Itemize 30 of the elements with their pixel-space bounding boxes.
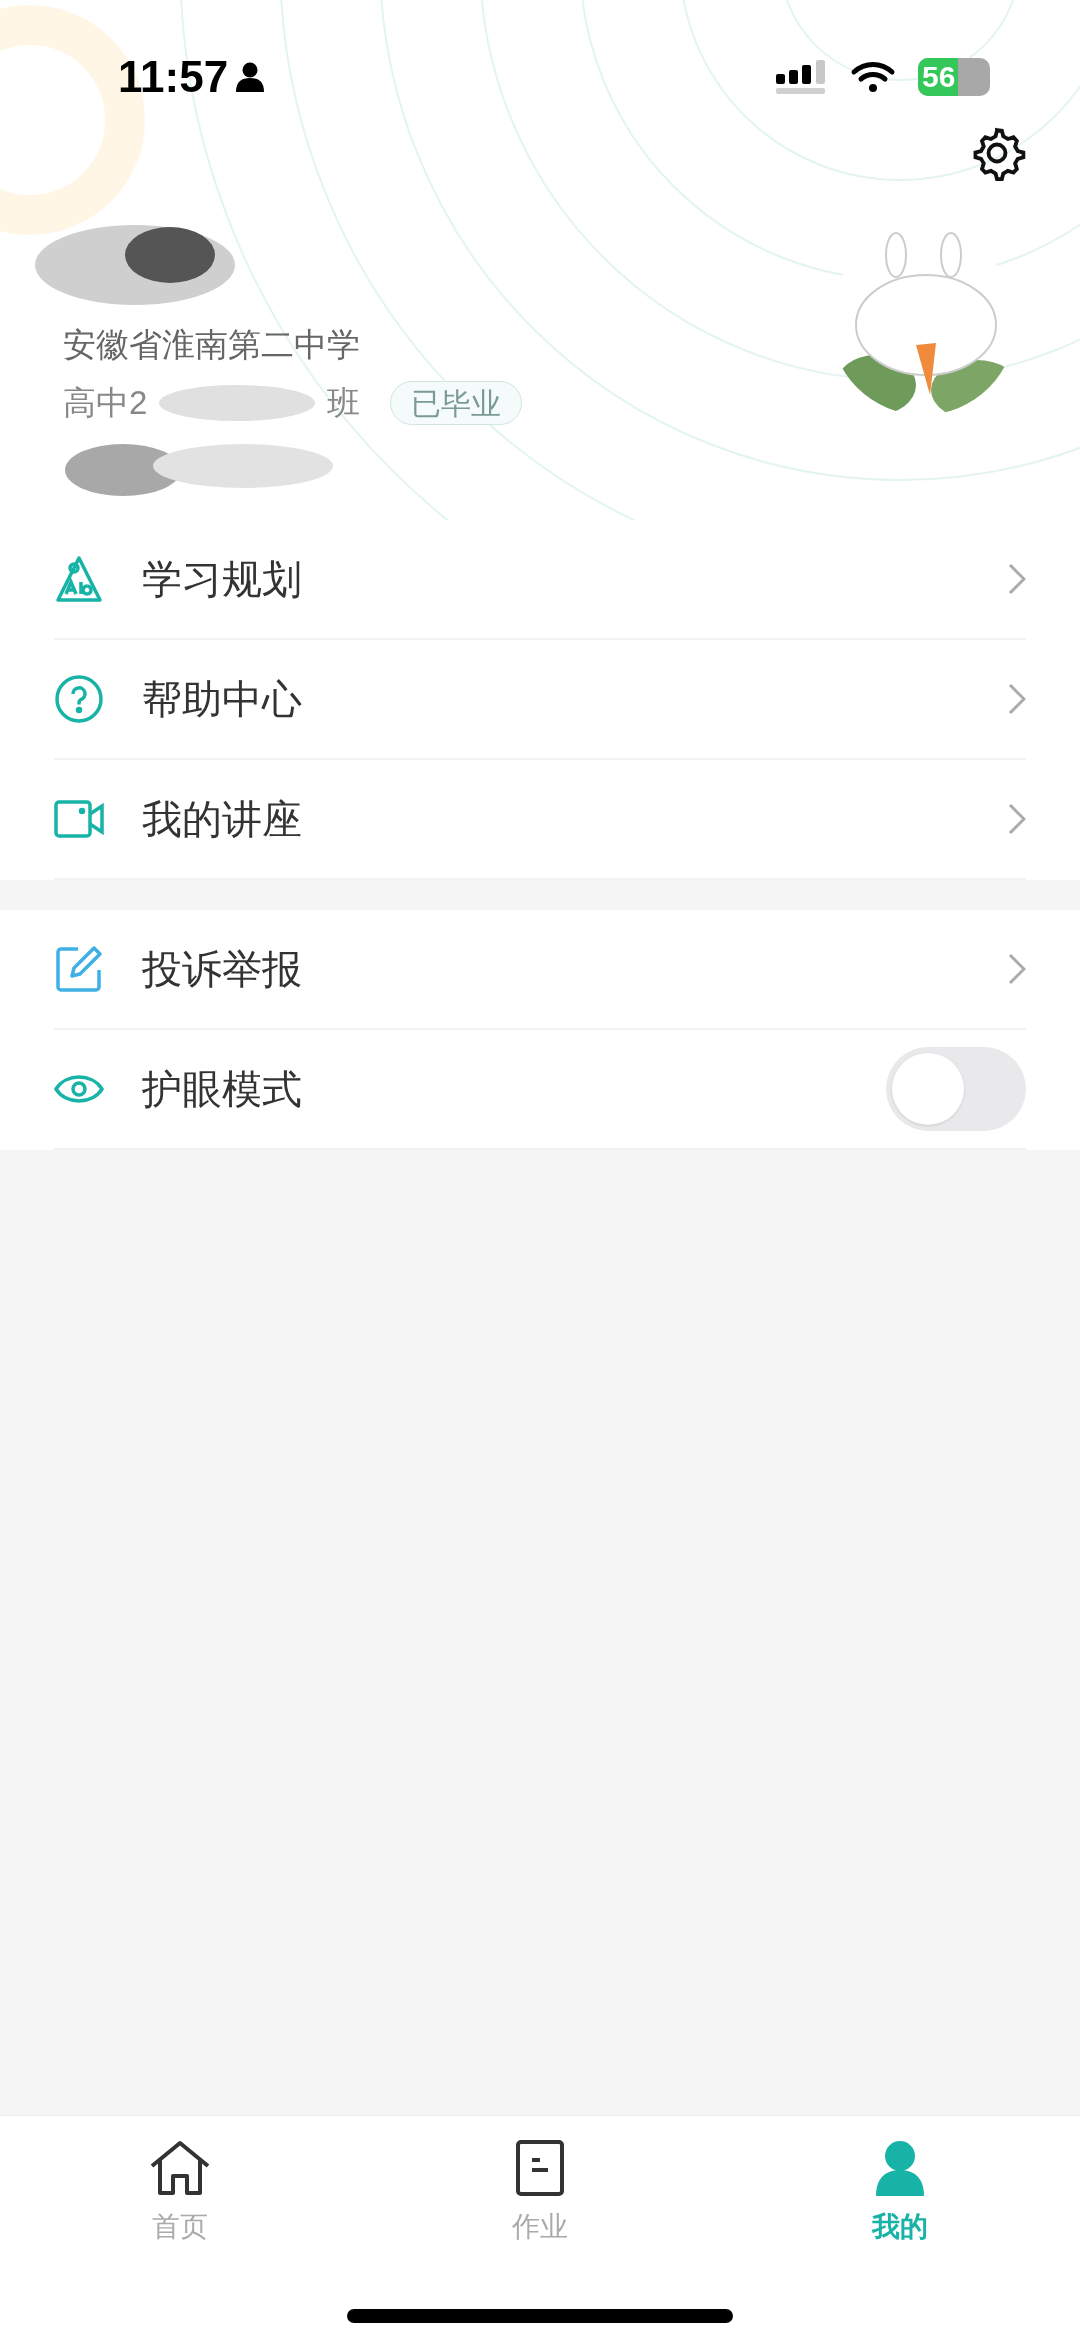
graduated-badge: 已毕业 xyxy=(390,381,523,425)
menu-label: 投诉举报 xyxy=(142,946,303,993)
class-text: 班 xyxy=(327,383,361,423)
chevron-right-icon xyxy=(1008,563,1026,595)
edit-icon xyxy=(54,944,104,994)
document-icon xyxy=(516,2140,564,2196)
triangle-ai-icon xyxy=(54,554,104,604)
menu-row[interactable]: 帮助中心 xyxy=(54,640,1026,760)
menu-row[interactable]: 投诉举报 xyxy=(54,910,1026,1030)
menu-row[interactable]: 我的讲座 xyxy=(54,760,1026,880)
menu-label: 护眼模式 xyxy=(142,1066,303,1113)
chevron-right-icon xyxy=(1008,953,1026,985)
battery-percent: 56 xyxy=(921,62,956,92)
signal-icon xyxy=(776,60,828,94)
school-name: 安徽省淮南第二中学 xyxy=(63,325,361,365)
class-text: 高中2 xyxy=(63,383,148,423)
menu-row[interactable]: 学习规划 xyxy=(54,520,1026,640)
wifi-icon xyxy=(850,60,896,94)
chevron-right-icon xyxy=(1008,803,1026,835)
video-camera-icon xyxy=(54,798,104,840)
menu-row[interactable]: 护眼模式 xyxy=(54,1030,1026,1150)
status-time: 11:57 xyxy=(118,55,229,99)
chevron-right-icon xyxy=(1008,683,1026,715)
menu-label: 我的讲座 xyxy=(142,796,303,843)
help-icon xyxy=(54,674,104,724)
person-icon xyxy=(874,2140,926,2196)
person-status-icon xyxy=(236,62,265,92)
menu-label: 帮助中心 xyxy=(142,676,303,723)
menu-label: 学习规划 xyxy=(142,556,303,603)
home-icon xyxy=(149,2140,211,2196)
